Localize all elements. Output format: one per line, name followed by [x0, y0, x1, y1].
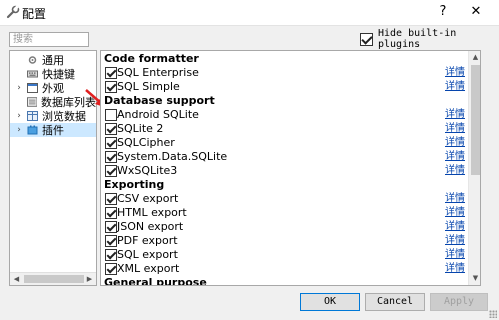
group-header-general-purpose: General purpose	[101, 276, 468, 286]
plugin-row: JSON export 详情	[101, 220, 468, 234]
plugin-details-link[interactable]: 详情	[445, 234, 465, 248]
plugin-checkbox[interactable]	[105, 193, 117, 205]
plugin-details-link[interactable]: 详情	[445, 136, 465, 150]
plugin-checkbox[interactable]	[105, 151, 117, 163]
scroll-right-icon[interactable]: ▶	[83, 273, 96, 285]
group-title: Exporting	[104, 178, 165, 191]
plugin-name: SQL export	[117, 248, 178, 261]
expand-arrow-icon[interactable]: ›	[14, 83, 24, 93]
plugin-row: SQL Simple 详情	[101, 80, 468, 94]
plugin-checkbox[interactable]	[105, 263, 117, 275]
cancel-button[interactable]: Cancel	[365, 293, 425, 311]
plugin-details-link[interactable]: 详情	[445, 206, 465, 220]
plugin-row: SQL Enterprise 详情	[101, 66, 468, 80]
scrollbar-thumb[interactable]	[24, 275, 84, 283]
plugin-details-link[interactable]: 详情	[445, 122, 465, 136]
resize-grip-icon[interactable]	[489, 310, 497, 318]
plugin-details-link[interactable]: 详情	[445, 248, 465, 262]
plugin-row: Android SQLite 详情	[101, 108, 468, 122]
plugin-row: WxSQLite3 详情	[101, 164, 468, 178]
plugin-name: SQLCipher	[117, 136, 175, 149]
plugin-details-link[interactable]: 详情	[445, 108, 465, 122]
plugin-details-link[interactable]: 详情	[445, 164, 465, 178]
browse-data-icon	[27, 111, 38, 121]
window-title: 配置	[22, 7, 47, 21]
plugin-row: System.Data.SQLite 详情	[101, 150, 468, 164]
plugin-name: CSV export	[117, 192, 179, 205]
expand-arrow-icon[interactable]: ›	[14, 125, 24, 135]
plugin-checkbox[interactable]	[105, 137, 117, 149]
plugin-checkbox[interactable]	[105, 221, 117, 233]
plugin-name: System.Data.SQLite	[117, 150, 228, 163]
tree-item-browse-data[interactable]: › 浏览数据	[10, 109, 96, 123]
plugin-row: PDF export 详情	[101, 234, 468, 248]
plugin-row: SQL export 详情	[101, 248, 468, 262]
tree-item-label: 插件	[42, 124, 64, 137]
plugin-name: SQLite 2	[117, 122, 164, 135]
plugin-row: XML export 详情	[101, 262, 468, 276]
scrollbar-thumb[interactable]	[471, 65, 480, 175]
tree-horizontal-scrollbar[interactable]: ◀ ▶	[10, 272, 96, 285]
plugin-name: SQL Enterprise	[117, 66, 199, 79]
plugin-checkbox[interactable]	[105, 249, 117, 261]
plugin-row: SQLCipher 详情	[101, 136, 468, 150]
plugin-checkbox[interactable]	[105, 81, 117, 93]
plugin-checkbox[interactable]	[105, 165, 117, 177]
scroll-left-icon[interactable]: ◀	[10, 273, 23, 285]
plugin-details-link[interactable]: 详情	[445, 220, 465, 234]
keyboard-icon	[27, 70, 38, 78]
group-header-database-support: Database support	[101, 94, 468, 108]
search-input[interactable]	[9, 32, 89, 47]
plugin-row: SQLite 2 详情	[101, 122, 468, 136]
plugin-name: Android SQLite	[117, 108, 199, 121]
plugin-checkbox[interactable]	[105, 235, 117, 247]
plugin-details-link[interactable]: 详情	[445, 262, 465, 276]
plugin-list-vertical-scrollbar[interactable]: ▲ ▼	[468, 51, 480, 285]
plugin-checkbox[interactable]	[105, 123, 117, 135]
settings-icon	[28, 56, 37, 64]
expand-arrow-icon[interactable]: ›	[14, 111, 24, 121]
category-tree[interactable]: 通用 快捷键 › 外观 数据库列表 › 浏览数据 › 插件 ◀ ▶	[9, 50, 97, 286]
hide-builtin-checkbox[interactable]	[360, 32, 373, 46]
tree-item-general[interactable]: 通用	[10, 53, 96, 67]
plugin-name: PDF export	[117, 234, 178, 247]
group-title: Code formatter	[104, 52, 199, 65]
plugin-row: CSV export 详情	[101, 192, 468, 206]
group-header-code-formatter: Code formatter	[101, 52, 468, 66]
close-button[interactable]: ✕	[459, 2, 493, 22]
plugin-name: XML export	[117, 262, 180, 275]
apply-button[interactable]: Apply	[430, 293, 488, 311]
help-button[interactable]: ?	[432, 2, 454, 22]
scroll-down-icon[interactable]: ▼	[469, 272, 480, 285]
plugin-details-link[interactable]: 详情	[445, 80, 465, 94]
title-bar: 配置 ? ✕	[0, 0, 499, 26]
plugin-details-link[interactable]: 详情	[445, 150, 465, 164]
wrench-icon	[6, 5, 20, 19]
plugin-row: HTML export 详情	[101, 206, 468, 220]
database-list-icon	[26, 97, 37, 107]
scroll-up-icon[interactable]: ▲	[469, 51, 480, 64]
group-title: Database support	[104, 94, 215, 107]
plugin-checkbox[interactable]	[105, 109, 117, 121]
tree-item-plugins[interactable]: › 插件	[10, 123, 96, 137]
group-header-exporting: Exporting	[101, 178, 468, 192]
hide-builtin-label: Hide built-in plugins	[378, 28, 457, 50]
plugin-checkbox[interactable]	[105, 67, 117, 79]
plugin-name: HTML export	[117, 206, 187, 219]
plugin-name: SQL Simple	[117, 80, 180, 93]
appearance-icon	[27, 83, 38, 93]
ok-button[interactable]: OK	[300, 293, 360, 311]
plugin-details-link[interactable]: 详情	[445, 66, 465, 80]
plugin-name: JSON export	[117, 220, 184, 233]
plugin-checkbox[interactable]	[105, 207, 117, 219]
plugin-details-link[interactable]: 详情	[445, 192, 465, 206]
hide-builtin-plugins-option[interactable]: Hide built-in plugins	[360, 28, 499, 50]
plugin-list[interactable]: Code formatter SQL Enterprise 详情 SQL Sim…	[100, 50, 481, 286]
plugin-name: WxSQLite3	[117, 164, 178, 177]
tree-item-shortcuts[interactable]: 快捷键	[10, 67, 96, 81]
plugin-icon	[27, 125, 38, 135]
group-title: General purpose	[104, 276, 207, 286]
